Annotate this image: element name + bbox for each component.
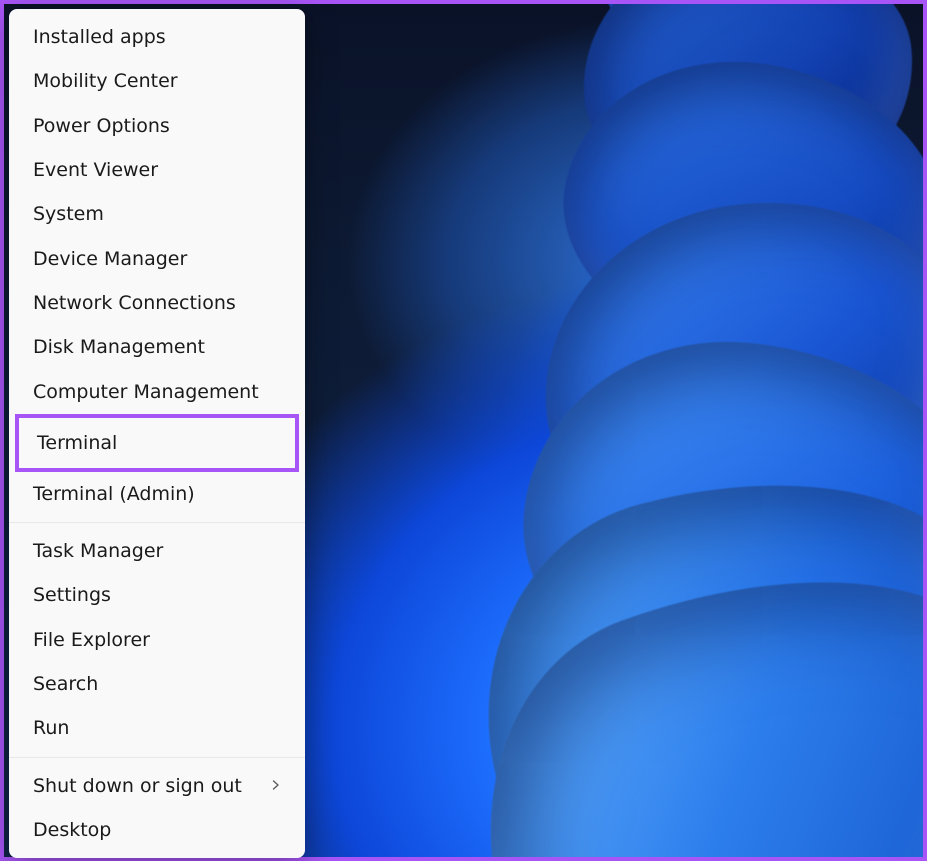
menu-item-label: Disk Management	[33, 336, 205, 358]
menu-item-mobility-center[interactable]: Mobility Center	[9, 59, 305, 103]
menu-item-label: Desktop	[33, 819, 111, 841]
menu-item-disk-management[interactable]: Disk Management	[9, 325, 305, 369]
menu-item-event-viewer[interactable]: Event Viewer	[9, 148, 305, 192]
menu-item-label: Terminal (Admin)	[33, 483, 195, 505]
menu-divider	[9, 522, 305, 523]
menu-item-computer-management[interactable]: Computer Management	[9, 369, 305, 413]
menu-item-desktop[interactable]: Desktop	[9, 808, 305, 852]
menu-item-network-connections[interactable]: Network Connections	[9, 281, 305, 325]
menu-item-label: Mobility Center	[33, 70, 178, 92]
menu-item-terminal-admin[interactable]: Terminal (Admin)	[9, 472, 305, 516]
menu-item-system[interactable]: System	[9, 192, 305, 236]
menu-item-label: Computer Management	[33, 381, 259, 403]
menu-item-terminal[interactable]: Terminal	[15, 414, 299, 472]
menu-item-task-manager[interactable]: Task Manager	[9, 529, 305, 573]
menu-item-power-options[interactable]: Power Options	[9, 104, 305, 148]
menu-item-settings[interactable]: Settings	[9, 573, 305, 617]
menu-item-device-manager[interactable]: Device Manager	[9, 236, 305, 280]
menu-item-label: Event Viewer	[33, 159, 158, 181]
menu-item-label: Run	[33, 717, 69, 739]
menu-item-label: Installed apps	[33, 26, 166, 48]
menu-item-label: Settings	[33, 584, 111, 606]
menu-item-shut-down-or-sign-out[interactable]: Shut down or sign out	[9, 763, 305, 807]
menu-item-label: Network Connections	[33, 292, 236, 314]
menu-item-label: Terminal	[37, 432, 117, 454]
menu-item-label: Search	[33, 673, 98, 695]
menu-item-installed-apps[interactable]: Installed apps	[9, 15, 305, 59]
menu-item-file-explorer[interactable]: File Explorer	[9, 618, 305, 662]
menu-item-label: File Explorer	[33, 629, 150, 651]
menu-item-label: Task Manager	[33, 540, 163, 562]
menu-item-run[interactable]: Run	[9, 706, 305, 750]
quick-link-menu: Installed apps Mobility Center Power Opt…	[9, 9, 305, 858]
menu-item-label: Shut down or sign out	[33, 775, 242, 797]
menu-item-search[interactable]: Search	[9, 662, 305, 706]
menu-item-label: Power Options	[33, 115, 170, 137]
menu-item-label: System	[33, 203, 104, 225]
menu-divider	[9, 757, 305, 758]
chevron-right-icon	[271, 778, 281, 793]
menu-item-label: Device Manager	[33, 248, 187, 270]
